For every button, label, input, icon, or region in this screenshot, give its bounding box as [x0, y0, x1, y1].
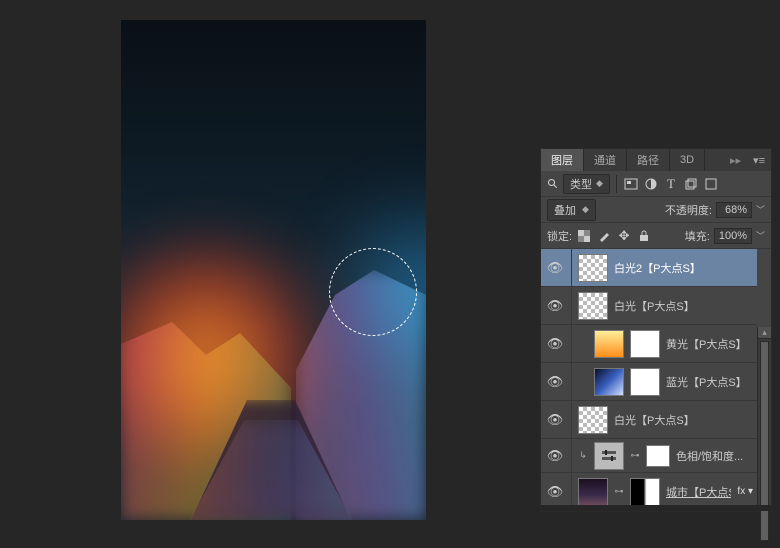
clip-indicator-icon: ↳ — [578, 450, 588, 461]
panel-tabs: 图层 通道 路径 3D ▸▸ ▾≡ — [541, 149, 771, 171]
layer-row[interactable]: 👁 黄光【P大点S】 — [541, 325, 757, 363]
layer-name[interactable]: 色相/饱和度... — [676, 448, 753, 464]
link-icon: ⊶ — [614, 486, 624, 497]
layer-thumb[interactable] — [578, 478, 608, 506]
layer-name[interactable]: 蓝光【P大点S】 — [666, 374, 753, 390]
adjustment-thumb[interactable] — [594, 442, 624, 470]
tab-paths[interactable]: 路径 — [627, 149, 670, 171]
layer-name[interactable]: 白光2【P大点S】 — [614, 260, 753, 276]
layers-list: 👁 白光2【P大点S】 👁 白光【P大点S】 👁 黄光【P大点S】 👁 蓝光【P… — [541, 249, 771, 511]
opacity-value[interactable]: 68% — [716, 202, 752, 218]
layer-thumb[interactable] — [594, 368, 624, 396]
lock-pixels-icon[interactable] — [596, 228, 612, 244]
layer-row[interactable]: 👁 白光2【P大点S】 — [541, 249, 757, 287]
layer-mask-thumb[interactable] — [630, 478, 660, 506]
layer-mask-thumb[interactable] — [630, 330, 660, 358]
fx-badge[interactable]: fx ▾ — [737, 486, 753, 497]
layer-thumb[interactable] — [594, 330, 624, 358]
filter-shape-icon[interactable] — [683, 176, 699, 192]
tab-layers[interactable]: 图层 — [541, 149, 584, 171]
layer-name[interactable]: 白光【P大点S】 — [614, 412, 753, 428]
tab-channels[interactable]: 通道 — [584, 149, 627, 171]
layer-mask-thumb[interactable] — [646, 445, 670, 467]
filter-kind-select[interactable]: 类型 ◆ — [563, 174, 610, 194]
search-icon — [547, 178, 559, 190]
selection-marquee — [329, 248, 417, 336]
fill-value[interactable]: 100% — [714, 228, 752, 244]
blend-row: 叠加 ◆ 不透明度: 68% ﹀ — [541, 197, 771, 223]
chevron-down-icon: ◆ — [582, 204, 589, 215]
layers-panel: 图层 通道 路径 3D ▸▸ ▾≡ 类型 ◆ T 叠加 ◆ 不透明度: 68% … — [540, 148, 772, 512]
lock-position-icon[interactable]: ✥ — [616, 228, 632, 244]
layer-thumb[interactable] — [578, 406, 608, 434]
layer-name[interactable]: 城市【P大点S】 — [666, 484, 731, 500]
lock-transparent-icon[interactable] — [576, 228, 592, 244]
blend-mode-value: 叠加 — [554, 202, 576, 218]
filter-row: 类型 ◆ T — [541, 171, 771, 197]
opacity-label: 不透明度: — [665, 202, 712, 218]
panel-menu-icon[interactable]: ▾≡ — [747, 154, 771, 167]
layer-name[interactable]: 黄光【P大点S】 — [666, 336, 753, 352]
tab-3d[interactable]: 3D — [670, 149, 705, 171]
lock-all-icon[interactable] — [636, 228, 652, 244]
visibility-icon[interactable]: 👁 — [545, 260, 565, 276]
filter-type-icon[interactable]: T — [663, 176, 679, 192]
layer-thumb[interactable] — [578, 292, 608, 320]
scroll-thumb[interactable] — [760, 341, 769, 541]
visibility-icon[interactable]: 👁 — [545, 412, 565, 428]
layer-thumb[interactable] — [578, 254, 608, 282]
visibility-icon[interactable]: 👁 — [545, 298, 565, 314]
lock-row: 锁定: ✥ 填充: 100% ﹀ — [541, 223, 771, 249]
chevron-down-icon[interactable]: ﹀ — [756, 203, 765, 216]
link-icon: ⊶ — [630, 450, 640, 461]
lock-label: 锁定: — [547, 228, 572, 244]
layer-row[interactable]: 👁 白光【P大点S】 — [541, 287, 757, 325]
layer-mask-thumb[interactable] — [630, 368, 660, 396]
scroll-up-icon[interactable]: ▴ — [758, 327, 771, 339]
layer-name[interactable]: 白光【P大点S】 — [614, 298, 753, 314]
visibility-icon[interactable]: 👁 — [545, 484, 565, 500]
visibility-icon[interactable]: 👁 — [545, 336, 565, 352]
fill-label: 填充: — [685, 228, 710, 244]
layer-row[interactable]: 👁 ↳ ⊶ 色相/饱和度... — [541, 439, 757, 473]
chevron-down-icon: ◆ — [596, 178, 603, 189]
chevron-down-icon[interactable]: ﹀ — [756, 229, 765, 242]
filter-kind-label: 类型 — [570, 176, 592, 192]
layer-row[interactable]: 👁 蓝光【P大点S】 — [541, 363, 757, 401]
expand-icon[interactable]: ▸▸ — [724, 154, 747, 167]
filter-adjust-icon[interactable] — [643, 176, 659, 192]
visibility-icon[interactable]: 👁 — [545, 374, 565, 390]
visibility-icon[interactable]: 👁 — [545, 448, 565, 464]
layers-scrollbar[interactable]: ▴ — [757, 327, 771, 511]
blend-mode-select[interactable]: 叠加 ◆ — [547, 199, 596, 221]
canvas-area[interactable] — [121, 20, 426, 520]
layer-row[interactable]: 👁 白光【P大点S】 — [541, 401, 757, 439]
filter-pixel-icon[interactable] — [623, 176, 639, 192]
filter-smart-icon[interactable] — [703, 176, 719, 192]
